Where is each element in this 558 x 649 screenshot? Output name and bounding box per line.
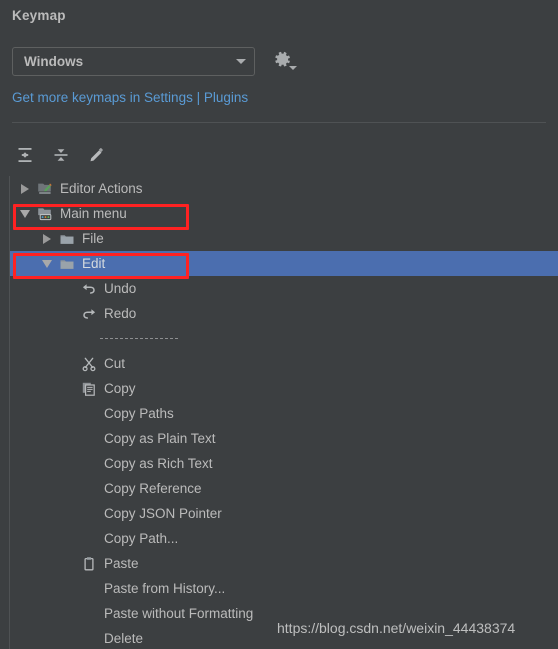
tree-row[interactable]: Paste without Formatting bbox=[10, 601, 558, 626]
tree-row[interactable]: Copy bbox=[10, 376, 558, 401]
keymap-settings-panel: Keymap Windows Get more keymaps in Setti… bbox=[0, 0, 558, 649]
clipboard-icon bbox=[84, 556, 94, 570]
folder-icon bbox=[60, 234, 74, 244]
tree-row-label: Copy Path... bbox=[104, 531, 179, 546]
redo-icon-slot bbox=[78, 306, 100, 322]
tree-separator bbox=[10, 326, 558, 351]
tree-row[interactable]: Cut bbox=[10, 351, 558, 376]
tree-row[interactable]: Copy Paths bbox=[10, 401, 558, 426]
tree-row[interactable]: Copy JSON Pointer bbox=[10, 501, 558, 526]
tree-row[interactable]: Copy Reference bbox=[10, 476, 558, 501]
tree-row-label: Paste bbox=[104, 556, 139, 571]
tree-row-label: Copy bbox=[104, 381, 136, 396]
tree-row-label: Redo bbox=[104, 306, 137, 321]
chevron-right-icon[interactable] bbox=[38, 233, 56, 244]
tree-row[interactable]: Copy as Plain Text bbox=[10, 426, 558, 451]
chevron-down-icon[interactable] bbox=[16, 209, 34, 218]
link-text-plugins[interactable]: Plugins bbox=[204, 90, 248, 105]
edit-shortcut-button[interactable] bbox=[84, 142, 110, 168]
copy-icon-slot bbox=[78, 381, 100, 397]
tree-row-label: Copy Reference bbox=[104, 481, 202, 496]
chevron-right-icon[interactable] bbox=[16, 183, 34, 194]
tree-row-label: Paste from History... bbox=[104, 581, 226, 596]
keymap-tree[interactable]: Editor Actions Main menu File Edit Undo Redo C… bbox=[9, 176, 558, 649]
expand-all-button[interactable] bbox=[12, 142, 38, 168]
tree-row[interactable]: Undo bbox=[10, 276, 558, 301]
settings-gear-button[interactable] bbox=[273, 50, 299, 74]
scissors-icon-slot bbox=[78, 356, 100, 372]
link-separator: | bbox=[192, 90, 204, 105]
clipboard-icon-slot bbox=[78, 556, 100, 572]
collapse-all-icon bbox=[54, 149, 68, 161]
chevron-down-icon bbox=[228, 59, 254, 64]
folder-icon-slot bbox=[56, 231, 78, 247]
tree-row[interactable]: Copy as Rich Text bbox=[10, 451, 558, 476]
scissors-icon bbox=[82, 357, 96, 371]
undo-icon-slot bbox=[78, 281, 100, 297]
tree-row-label: Delete bbox=[104, 631, 144, 646]
tree-row-label: Copy as Rich Text bbox=[104, 456, 213, 471]
menu-separator-line bbox=[100, 337, 178, 340]
undo-icon bbox=[82, 283, 95, 294]
tree-row-label: Copy as Plain Text bbox=[104, 431, 216, 446]
chevron-down-icon bbox=[289, 66, 297, 70]
tree-row-label: File bbox=[82, 231, 104, 246]
collapse-all-button[interactable] bbox=[48, 142, 74, 168]
folder-menu-icon-slot bbox=[34, 206, 56, 222]
pencil-icon bbox=[90, 148, 103, 162]
tree-row[interactable]: Copy Path... bbox=[10, 526, 558, 551]
tree-row-label: Copy JSON Pointer bbox=[104, 506, 222, 521]
tree-row-label: Editor Actions bbox=[60, 181, 143, 196]
tree-row-label: Copy Paths bbox=[104, 406, 174, 421]
keymap-select-value: Windows bbox=[24, 54, 84, 69]
expand-all-icon bbox=[18, 148, 32, 162]
tree-row-label: Cut bbox=[104, 356, 126, 371]
link-text-prefix: Get more keymaps in Settings bbox=[12, 90, 193, 105]
tree-row[interactable]: Editor Actions bbox=[10, 176, 558, 201]
tree-row[interactable]: Paste from History... bbox=[10, 576, 558, 601]
tree-row[interactable]: File bbox=[10, 226, 558, 251]
folder-icon bbox=[60, 259, 74, 269]
get-more-keymaps-link[interactable]: Get more keymaps in Settings | Plugins bbox=[12, 90, 248, 105]
tree-row-label: Paste without Formatting bbox=[104, 606, 254, 621]
tree-row[interactable]: Delete bbox=[10, 626, 558, 649]
folder-icon-slot bbox=[56, 256, 78, 272]
keymap-select[interactable]: Windows bbox=[12, 47, 255, 76]
tree-row[interactable]: Redo bbox=[10, 301, 558, 326]
redo-icon bbox=[83, 308, 96, 319]
folder-menu-icon bbox=[38, 207, 52, 220]
folder-editor-icon bbox=[38, 183, 52, 194]
tree-row-label: Undo bbox=[104, 281, 137, 296]
header-divider bbox=[12, 122, 546, 123]
tree-row-label: Main menu bbox=[60, 206, 127, 221]
tree-toolbar bbox=[12, 140, 110, 170]
tree-row[interactable]: Main menu bbox=[10, 201, 558, 226]
tree-row[interactable]: Paste bbox=[10, 551, 558, 576]
tree-row[interactable]: Edit bbox=[10, 251, 558, 276]
copy-icon bbox=[82, 382, 95, 396]
page-title: Keymap bbox=[12, 8, 66, 23]
folder-editor-icon-slot bbox=[34, 181, 56, 197]
tree-row-label: Edit bbox=[82, 256, 106, 271]
chevron-down-icon[interactable] bbox=[38, 259, 56, 268]
